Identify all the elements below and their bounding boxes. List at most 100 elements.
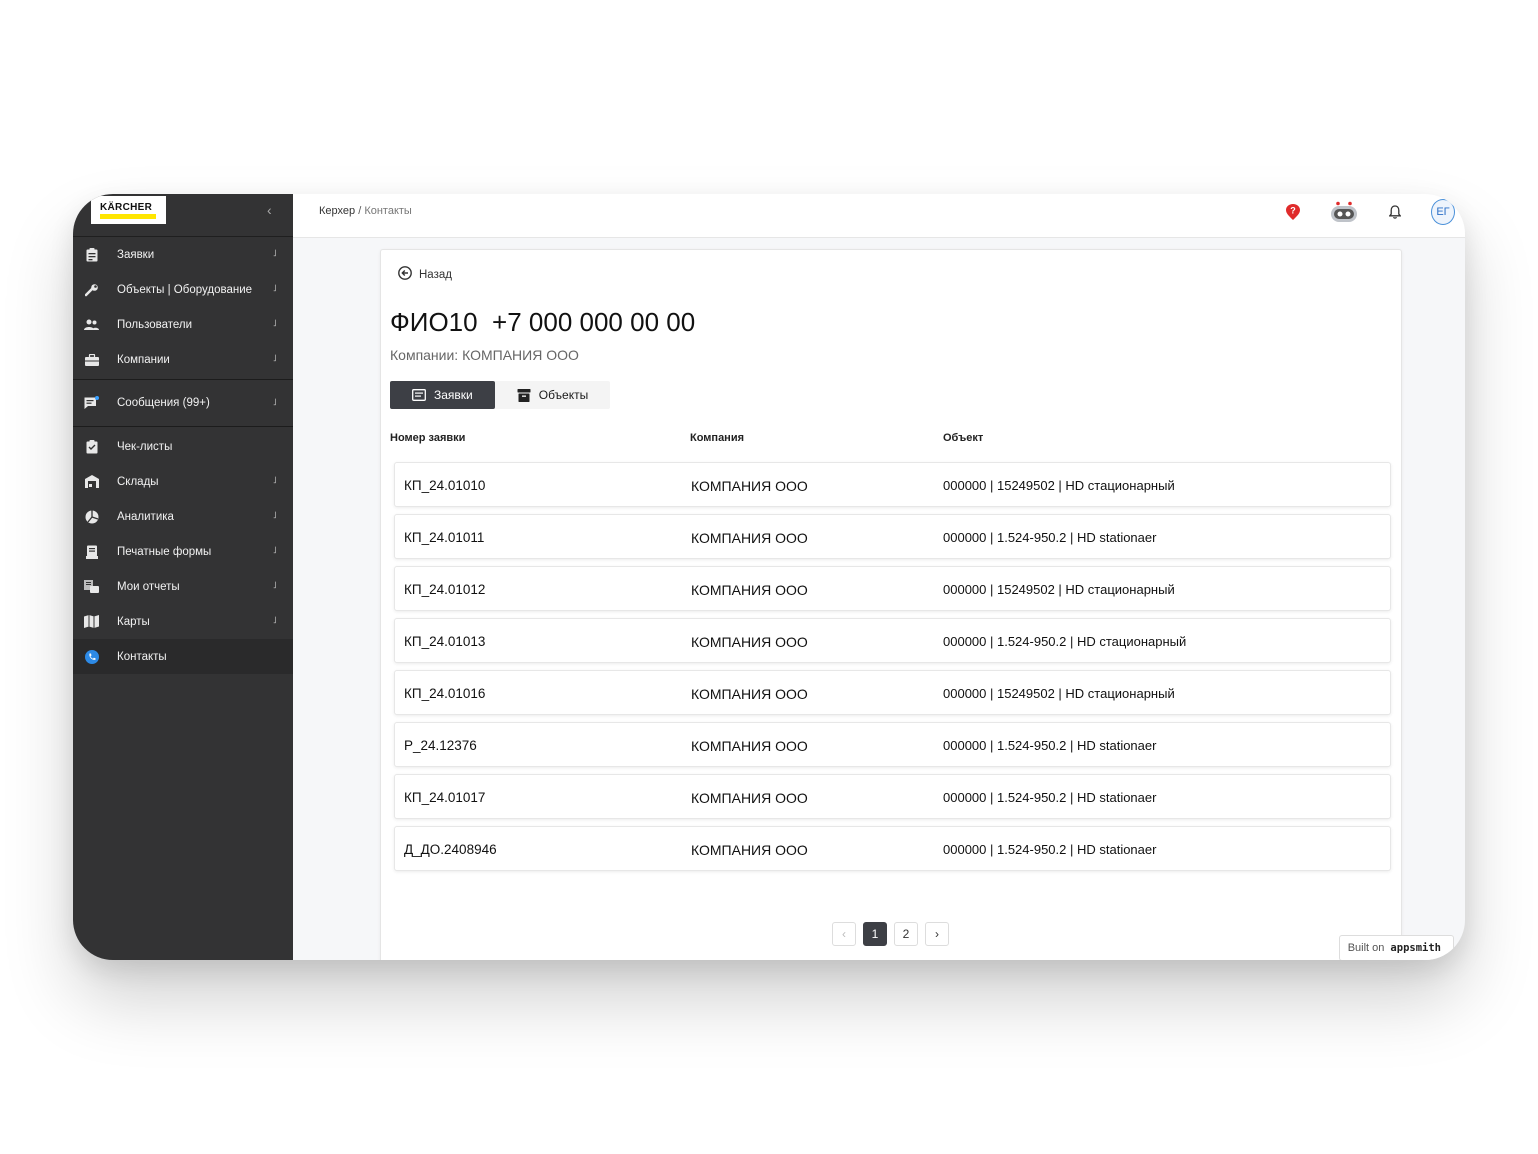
table-row[interactable]: КП_24.01013 КОМПАНИЯ ООО 000000 | 1.524-95… [394,618,1391,663]
tab-label: Заявки [434,388,473,402]
report-icon [84,579,99,594]
briefcase-icon [84,352,99,367]
sidebar-item-requests[interactable]: Заявки ˩ [73,237,293,272]
cell-object: 000000 | 15249502 | HD стационарный [943,478,1175,493]
cell-number: КП_24.01010 [404,478,486,493]
corner-arrow-icon: ˩ [273,510,277,520]
app-window: KÄRCHER ‹ Заявки ˩ Объекты | Оборудовани… [73,194,1465,960]
back-button[interactable]: Назад [398,266,452,283]
sidebar-item-contacts[interactable]: Контакты [73,639,293,674]
sidebar-item-maps[interactable]: Карты ˩ [73,604,293,639]
sidebar-item-label: Чек-листы [117,440,173,453]
corner-arrow-icon: ˩ [273,248,277,258]
tab-objects[interactable]: Объекты [495,381,611,409]
built-on-appsmith-badge[interactable]: Built on appsmith [1338,935,1454,960]
breadcrumb-separator: / [355,205,365,217]
pagination: ‹ 1 2 › [832,922,956,946]
breadcrumb-root[interactable]: Керхер [319,205,355,217]
cell-company: КОМПАНИЯ ООО [691,478,808,494]
warehouse-icon [84,474,99,489]
cell-company: КОМПАНИЯ ООО [691,790,808,806]
arrow-left-circle-icon [398,266,412,283]
cell-company: КОМПАНИЯ ООО [691,582,808,598]
table-row[interactable]: Д_ДО.2408946 КОМПАНИЯ ООО 000000 | 1.524-9… [394,826,1391,871]
help-icon[interactable]: ? [1281,200,1305,224]
corner-arrow-icon: ˩ [273,353,277,363]
cell-object: 000000 | 1.524-950.2 | HD stationaer [943,842,1157,857]
cell-object: 000000 | 15249502 | HD стационарный [943,582,1175,597]
sidebar-divider [73,379,293,380]
column-header-number[interactable]: Номер заявки [390,432,465,444]
sidebar-item-messages[interactable]: Сообщения (99+) ˩ [73,382,293,424]
sidebar-item-users[interactable]: Пользователи ˩ [73,307,293,342]
sidebar-item-label: Объекты | Оборудование [117,283,253,296]
page-1-button[interactable]: 1 [863,922,887,946]
appsmith-brand: appsmith [1390,942,1441,954]
sidebar-item-label: Аналитика [117,510,174,523]
sidebar-item-label: Контакты [117,650,167,663]
sidebar-item-label: Пользователи [117,318,193,331]
column-header-company[interactable]: Компания [690,432,744,444]
sidebar-item-label: Карты [117,615,150,628]
corner-arrow-icon: ˩ [273,283,277,293]
cell-number: КП_24.01012 [404,582,486,597]
cell-company: КОМПАНИЯ ООО [691,842,808,858]
next-page-button[interactable]: › [925,922,949,946]
sidebar-item-print-forms[interactable]: Печатные формы ˩ [73,534,293,569]
company-subtitle: Компании: КОМПАНИЯ ООО [390,347,579,363]
sidebar-item-my-reports[interactable]: Мои отчеты ˩ [73,569,293,604]
sidebar-item-objects[interactable]: Объекты | Оборудование ˩ [73,272,293,307]
bell-icon[interactable] [1383,200,1407,224]
tab-requests[interactable]: Заявки [390,381,495,409]
prev-page-button[interactable]: ‹ [832,922,856,946]
back-label: Назад [419,268,452,281]
table-row[interactable]: КП_24.01016 КОМПАНИЯ ООО 000000 | 15249502… [394,670,1391,715]
clipboard-icon [84,247,99,262]
logo-bar: KÄRCHER ‹ [73,194,293,237]
avatar-initials: ЕГ [1431,199,1455,225]
archive-box-icon [517,388,531,402]
cell-number: Р_24.12376 [404,738,477,753]
sidebar-item-label: Склады [117,475,159,488]
table-row[interactable]: Р_24.12376 КОМПАНИЯ ООО 000000 | 1.524-950… [394,722,1391,767]
users-icon [84,317,99,332]
sidebar-item-analytics[interactable]: Аналитика ˩ [73,499,293,534]
cell-company: КОМПАНИЯ ООО [691,634,808,650]
collapse-sidebar-button[interactable]: ‹ [267,202,272,218]
sidebar-item-label: Мои отчеты [117,580,180,593]
sidebar-item-warehouses[interactable]: Склады ˩ [73,464,293,499]
cell-number: КП_24.01013 [404,634,486,649]
page-title: ФИО10 +7 000 000 00 00 [390,307,696,337]
cell-number: КП_24.01017 [404,790,486,805]
logo-text: KÄRCHER [100,202,153,213]
table-row[interactable]: КП_24.01010 КОМПАНИЯ ООО 000000 | 15249502… [394,462,1391,507]
wrench-icon [84,282,99,297]
sidebar-item-label: Сообщения (99+) [117,397,210,409]
corner-arrow-icon: ˩ [273,615,277,625]
tab-bar: Заявки Объекты [390,381,611,409]
checklist-icon [84,439,99,454]
sidebar: KÄRCHER ‹ Заявки ˩ Объекты | Оборудовани… [73,194,293,960]
table-row[interactable]: КП_24.01011 КОМПАНИЯ ООО 000000 | 1.524-95… [394,514,1391,559]
cell-object: 000000 | 15249502 | HD стационарный [943,686,1175,701]
chat-icon [84,395,99,410]
table-row[interactable]: КП_24.01012 КОМПАНИЯ ООО 000000 | 15249502… [394,566,1391,611]
map-icon [84,614,99,629]
pie-chart-icon [84,509,99,524]
corner-arrow-icon: ˩ [273,397,277,407]
sidebar-item-checklists[interactable]: Чек-листы [73,429,293,464]
page-2-button[interactable]: 2 [894,922,918,946]
svg-text:?: ? [1290,206,1296,216]
top-bar: Керхер / Контакты ? ЕГ [293,194,1465,238]
karcher-logo[interactable]: KÄRCHER [91,196,166,224]
cell-object: 000000 | 1.524-950.2 | HD stationaer [943,738,1157,753]
cell-number: КП_24.01016 [404,686,486,701]
robot-assistant-icon[interactable] [1329,200,1359,224]
corner-arrow-icon: ˩ [273,545,277,555]
phone-icon [84,649,99,664]
table-row[interactable]: КП_24.01017 КОМПАНИЯ ООО 000000 | 1.524-95… [394,774,1391,819]
sidebar-item-companies[interactable]: Компании ˩ [73,342,293,377]
column-header-object[interactable]: Объект [943,432,983,444]
user-avatar[interactable]: ЕГ [1431,199,1455,225]
logo-yellow-bar [100,214,156,219]
